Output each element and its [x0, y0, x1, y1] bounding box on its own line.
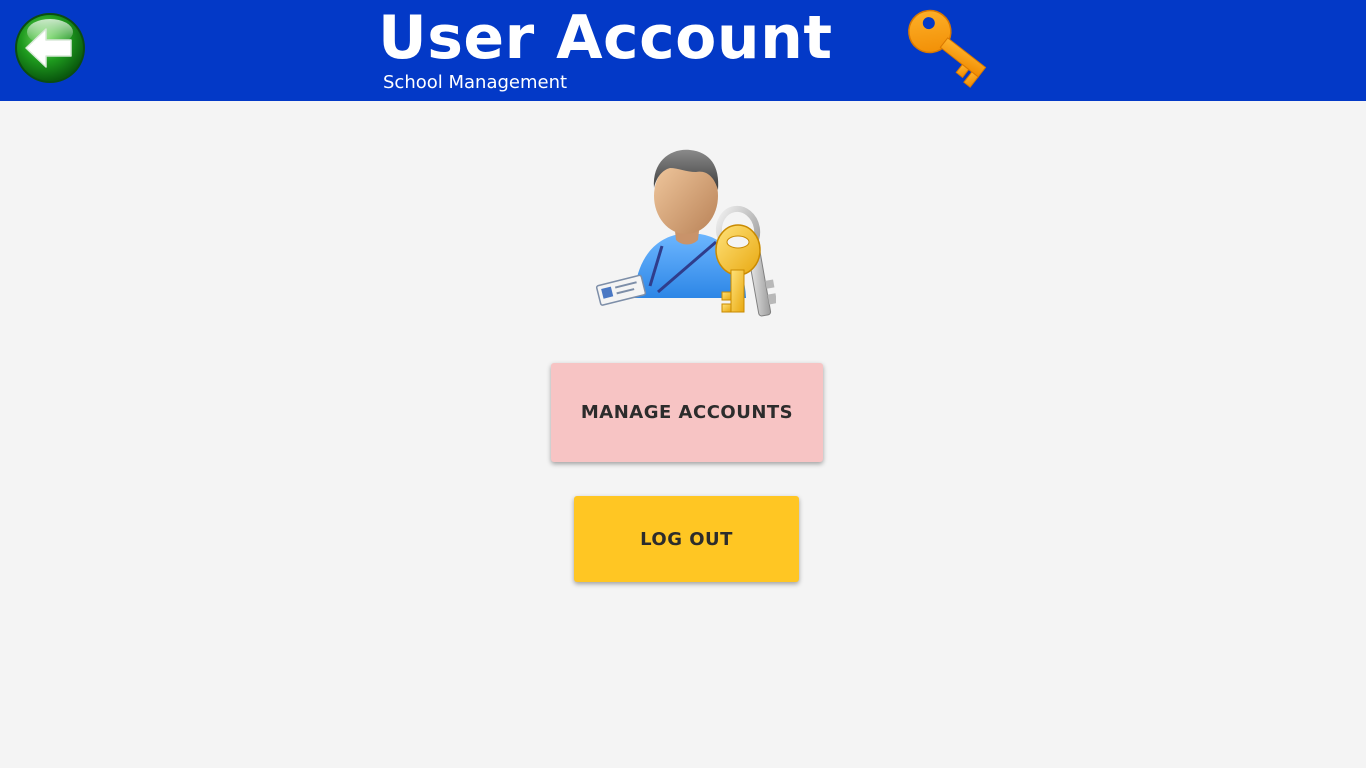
key-icon — [908, 9, 987, 88]
back-button[interactable] — [14, 12, 86, 84]
page-title: User Account — [378, 3, 833, 73]
user-with-keys-icon — [595, 149, 776, 317]
page-subtitle: School Management — [383, 72, 568, 93]
back-arrow-icon — [15, 13, 85, 83]
manage-accounts-button[interactable]: MANAGE ACCOUNTS — [551, 363, 823, 462]
log-out-button[interactable]: LOG OUT — [574, 496, 799, 582]
header-bar: User Account School Management — [0, 0, 1366, 101]
